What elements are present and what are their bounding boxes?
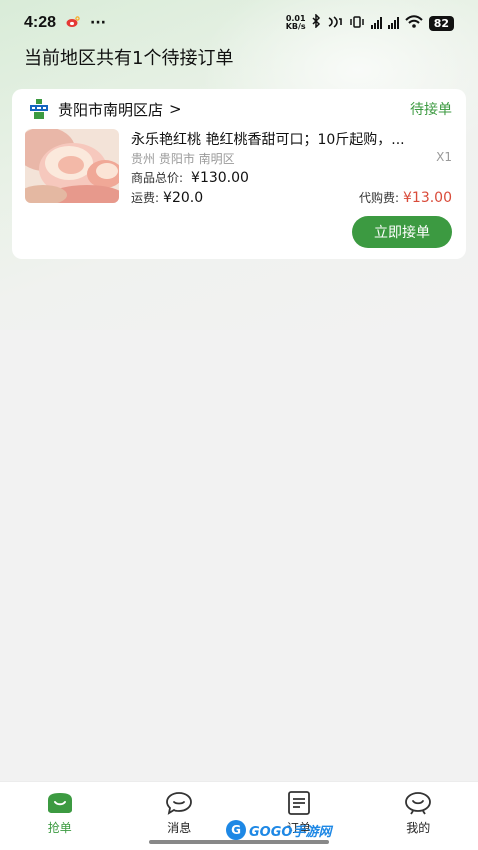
signal-1-icon [370, 17, 382, 29]
product-image[interactable] [25, 129, 119, 203]
watermark-logo-icon: G [226, 820, 246, 840]
bluetooth-icon [312, 13, 321, 32]
nfc-icon [327, 14, 343, 32]
order-card[interactable]: 贵阳市南明区店 > 待接单 永乐艳红桃 艳红桃香甜可口；10斤起购，... 贵州… [12, 89, 466, 259]
watermark-text: GOGO手游网 [249, 824, 332, 840]
order-status-badge: 待接单 [410, 102, 452, 118]
total-price-row: 商品总价: ¥130.00 [131, 169, 249, 186]
store-icon [30, 99, 48, 119]
network-speed-unit: KB/s [285, 22, 306, 31]
message-icon [164, 791, 194, 815]
tab-label-messages: 消息 [167, 821, 192, 835]
order-icon [284, 791, 314, 815]
total-price-label: 商品总价: [131, 171, 184, 185]
battery-level: 82 [428, 15, 454, 31]
purchase-fee-label: 代购费: [358, 191, 399, 205]
weibo-icon [66, 14, 80, 32]
product-quantity: X1 [436, 150, 452, 164]
chevron-right-icon[interactable]: > [169, 100, 182, 118]
status-time: 4:28 [24, 14, 57, 31]
status-bar: 4:28 ··· 0.01 KB/s 82 [0, 0, 478, 46]
store-row[interactable]: 贵阳市南明区店 > 待接单 [12, 89, 466, 129]
tab-label-grab-order: 抢单 [47, 821, 72, 835]
purchase-fee-value: ¥13.00 [403, 190, 452, 206]
more-notifications-icon: ··· [90, 15, 106, 31]
tab-label-profile: 我的 [406, 821, 431, 835]
wifi-icon [404, 14, 423, 32]
vibrate-icon [349, 14, 365, 32]
shipping-value: ¥20.0 [163, 190, 204, 206]
product-region: 贵州 贵阳市 南明区 [131, 152, 235, 166]
tab-profile[interactable]: 我的 [359, 782, 478, 850]
accept-order-button[interactable]: 立即接单 [352, 216, 452, 248]
page-title: 当前地区共有1个待接订单 [24, 48, 234, 69]
total-price-value: ¥130.00 [191, 170, 249, 186]
home-indicator[interactable] [149, 840, 329, 844]
tab-grab-order[interactable]: 抢单 [0, 782, 120, 850]
network-speed: 0.01 KB/s [286, 15, 306, 31]
store-name[interactable]: 贵阳市南明区店 [58, 99, 163, 120]
shipping-row: 运费: ¥20.0 [131, 189, 203, 206]
signal-2-icon [387, 17, 399, 29]
grab-order-icon [45, 791, 75, 815]
profile-icon [403, 791, 433, 815]
product-title[interactable]: 永乐艳红桃 艳红桃香甜可口；10斤起购，... [131, 129, 453, 149]
shipping-label: 运费: [131, 191, 160, 205]
purchase-fee-row: 代购费: ¥13.00 [359, 189, 452, 206]
